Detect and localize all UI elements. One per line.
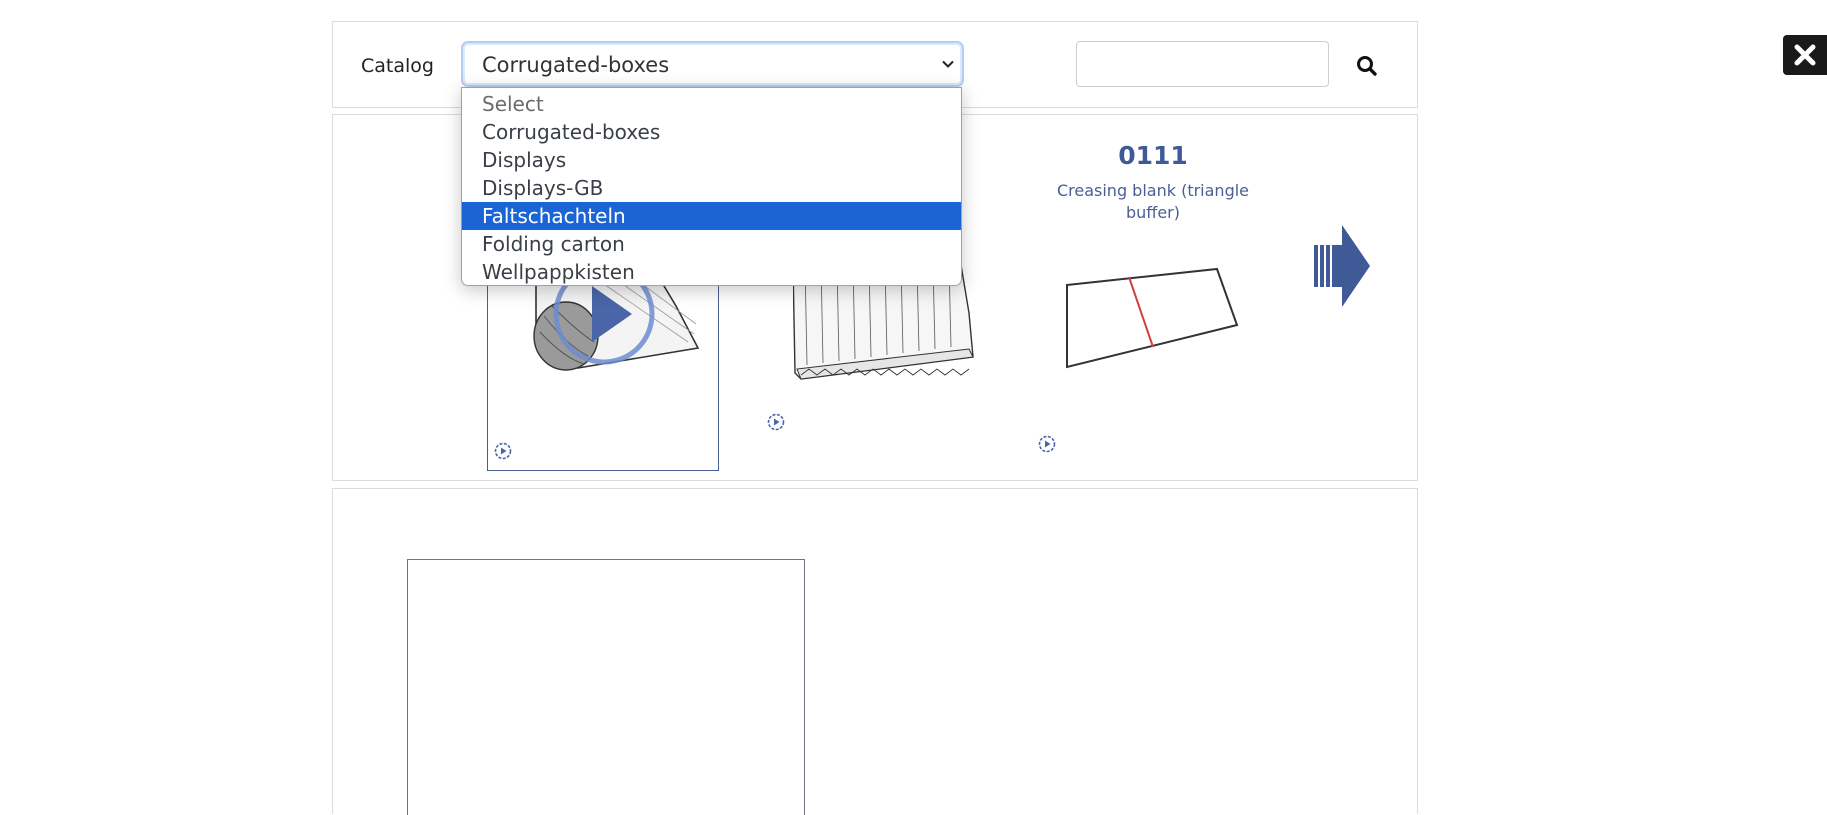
catalog-select-value: Corrugated-boxes bbox=[482, 53, 670, 77]
preview-frame bbox=[407, 559, 805, 815]
close-button[interactable] bbox=[1783, 35, 1827, 75]
dropdown-option-displays[interactable]: Displays bbox=[462, 146, 961, 174]
close-icon bbox=[1794, 44, 1816, 66]
dropdown-option-select[interactable]: Select bbox=[462, 90, 961, 118]
chevron-down-icon bbox=[942, 60, 954, 68]
carousel-item-2[interactable] bbox=[792, 264, 1033, 495]
catalog-label: Catalog bbox=[361, 55, 434, 77]
arrow-right-icon[interactable] bbox=[1314, 225, 1370, 307]
carousel-item-1[interactable] bbox=[487, 263, 719, 471]
dropdown-option-corrugated-boxes[interactable]: Corrugated-boxes bbox=[462, 118, 961, 146]
corrugated-roll-icon bbox=[533, 263, 700, 371]
catalog-select[interactable]: Corrugated-boxes bbox=[461, 41, 964, 87]
detail-panel bbox=[332, 488, 1418, 815]
dropdown-option-faltschachteln[interactable]: Faltschachteln bbox=[462, 202, 961, 230]
play-icon[interactable] bbox=[1038, 435, 1056, 453]
dropdown-option-displays-gb[interactable]: Displays-GB bbox=[462, 174, 961, 202]
search-icon[interactable] bbox=[1353, 52, 1381, 80]
creasing-blank-icon bbox=[1066, 267, 1239, 369]
dropdown-option-folding-carton[interactable]: Folding carton bbox=[462, 230, 961, 258]
carousel-item-3[interactable] bbox=[1033, 265, 1273, 515]
play-icon[interactable] bbox=[494, 442, 512, 460]
catalog-dropdown-list[interactable]: Select Corrugated-boxes Displays Display… bbox=[461, 87, 962, 286]
search-input[interactable] bbox=[1076, 41, 1329, 87]
dropdown-option-wellpappkisten[interactable]: Wellpappkisten bbox=[462, 258, 961, 286]
corrugated-sheet-icon bbox=[792, 264, 974, 380]
play-icon[interactable] bbox=[767, 413, 785, 431]
item-description[interactable]: Creasing blank (triangle buffer) bbox=[1043, 180, 1263, 224]
item-code[interactable]: 0111 bbox=[1023, 141, 1283, 170]
